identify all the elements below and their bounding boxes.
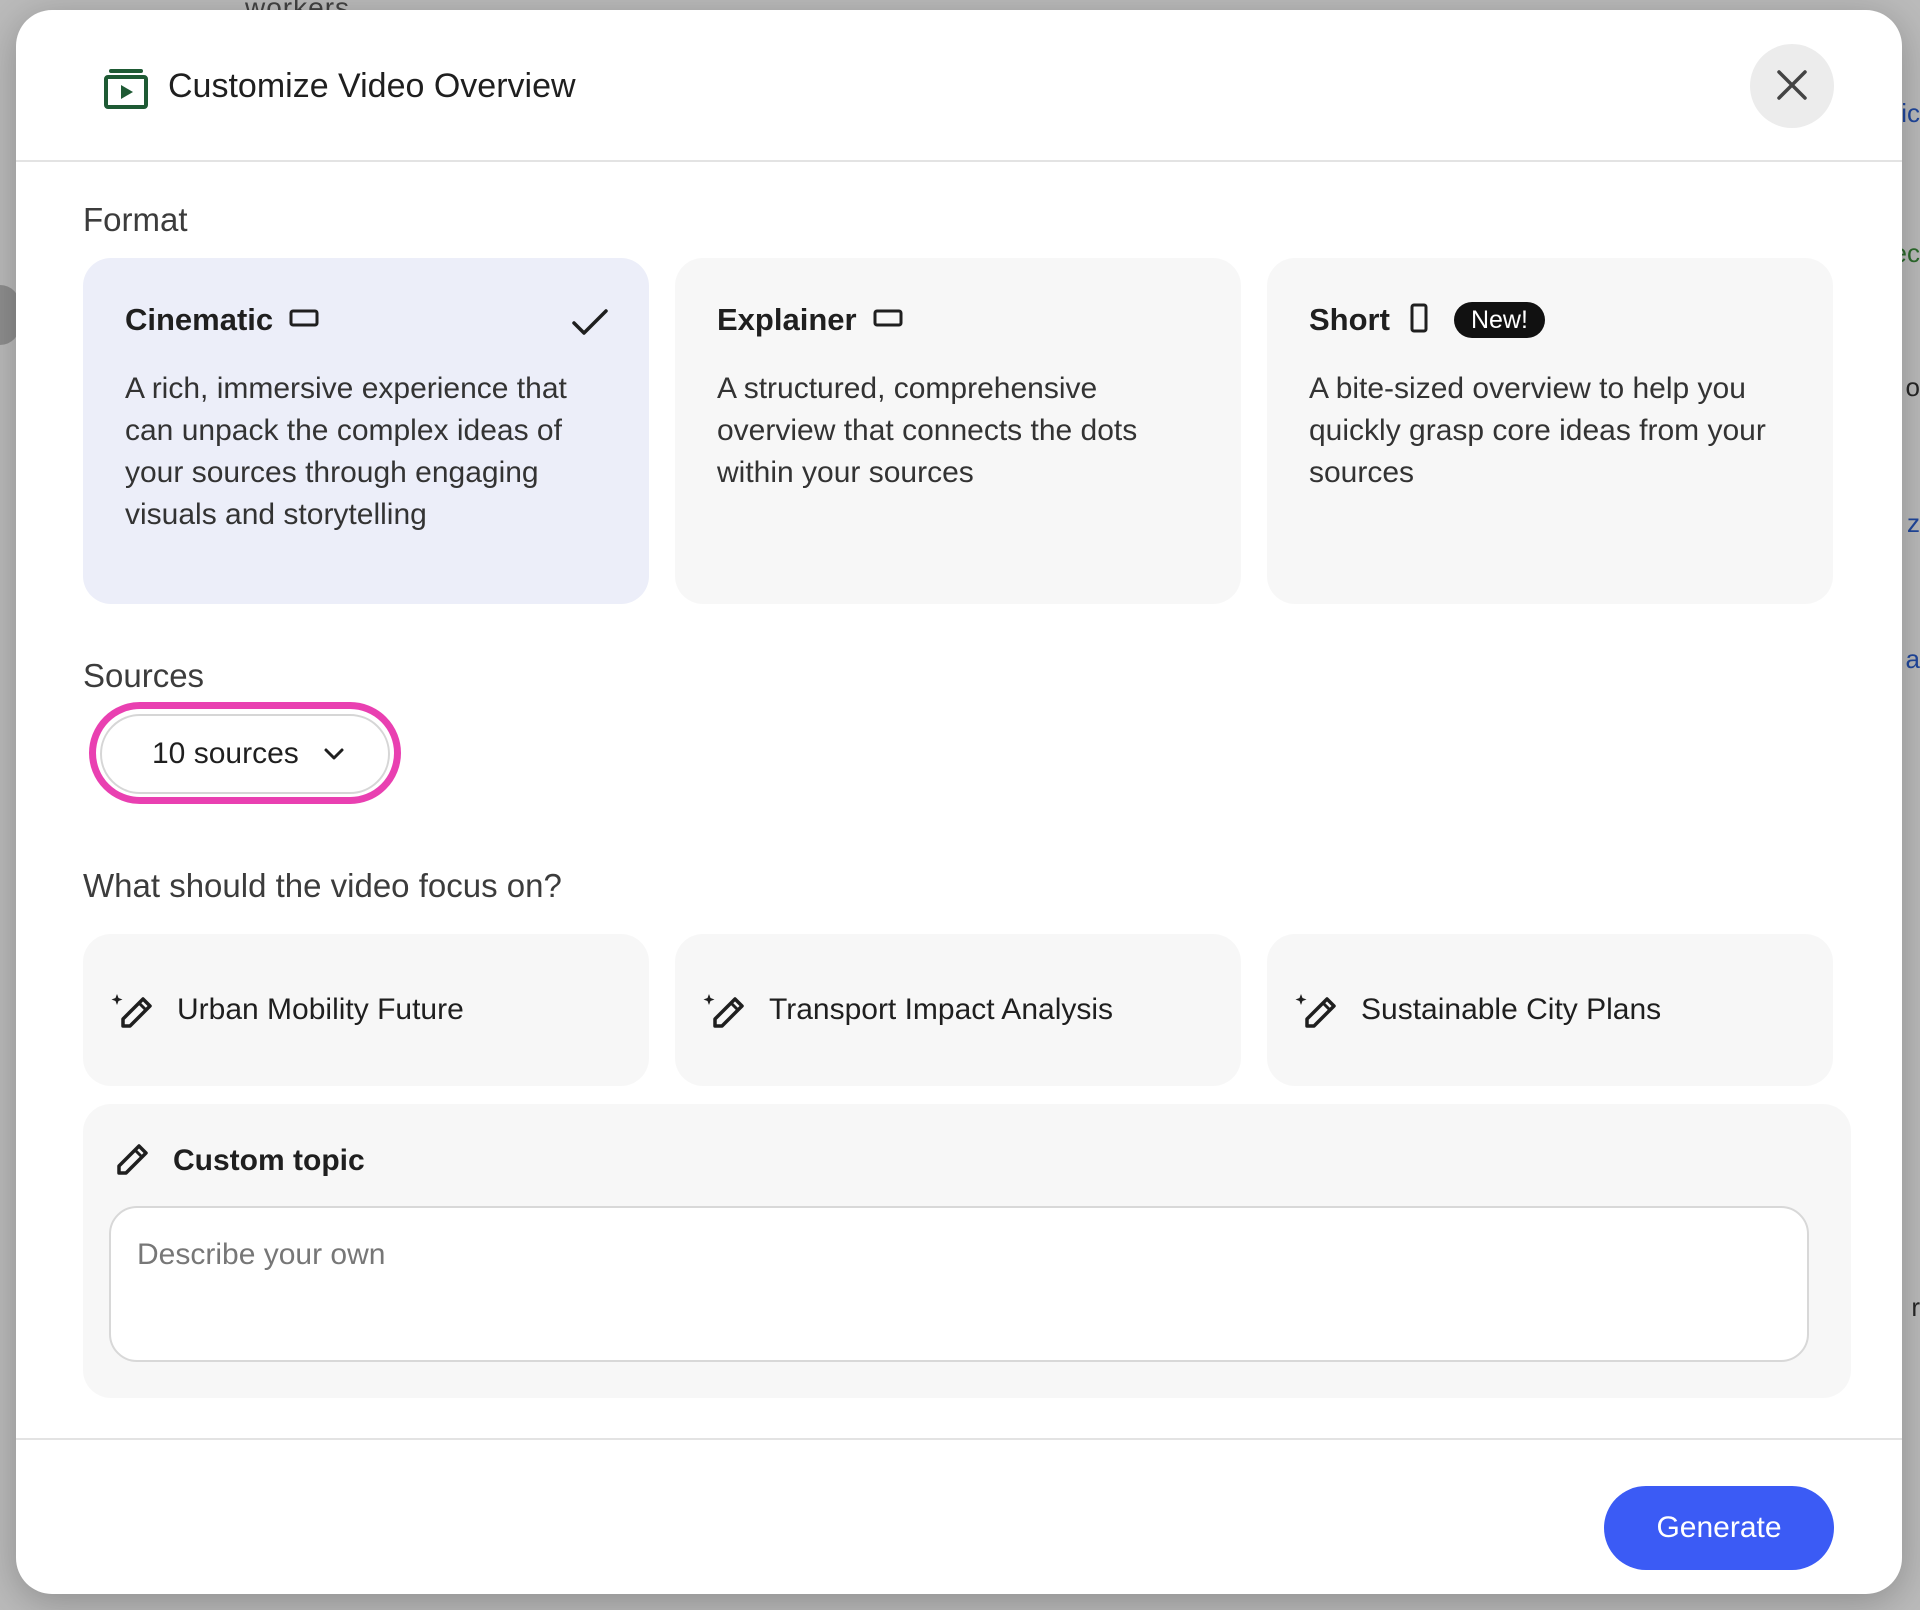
- format-description: A rich, immersive experience that can un…: [125, 372, 567, 531]
- chevron-down-icon: [323, 747, 345, 761]
- format-title: Short: [1309, 302, 1390, 337]
- landscape-aspect-icon: [289, 308, 319, 333]
- custom-topic-label: Custom topic: [173, 1143, 365, 1177]
- magic-pencil-icon: [1293, 986, 1341, 1034]
- magic-pencil-icon: [701, 986, 749, 1034]
- generate-button[interactable]: Generate: [1604, 1486, 1834, 1570]
- checkmark-icon: [571, 308, 609, 343]
- sources-label: Sources: [83, 657, 205, 694]
- format-option-cinematic[interactable]: Cinematic A rich, immersive experience t…: [83, 258, 649, 604]
- format-label: Format: [83, 201, 188, 238]
- focus-suggestion[interactable]: Urban Mobility Future: [83, 934, 649, 1086]
- dialog-title: Customize Video Overview: [168, 67, 576, 105]
- focus-suggestion[interactable]: Transport Impact Analysis: [675, 934, 1241, 1086]
- custom-topic-input[interactable]: [109, 1206, 1809, 1362]
- format-title: Explainer: [717, 302, 857, 337]
- new-badge: New!: [1453, 302, 1545, 338]
- customize-video-dialog: Customize Video Overview Format Cinemati…: [16, 10, 1902, 1594]
- custom-topic-section: Custom topic: [83, 1104, 1851, 1398]
- magic-pencil-icon: [109, 986, 157, 1034]
- focus-label: What should the video focus on?: [83, 867, 562, 904]
- close-icon: [1775, 68, 1809, 105]
- portrait-aspect-icon: [1410, 303, 1428, 338]
- pencil-icon: [113, 1138, 153, 1183]
- format-option-explainer[interactable]: Explainer A structured, comprehensive ov…: [675, 258, 1241, 604]
- format-option-short[interactable]: Short New! A bite-sized overview to help…: [1267, 258, 1833, 604]
- format-description: A bite-sized overview to help you quickl…: [1309, 372, 1766, 489]
- format-description: A structured, comprehensive overview tha…: [717, 372, 1138, 489]
- video-overview-icon: [102, 64, 150, 112]
- focus-suggestion-label: Urban Mobility Future: [177, 993, 464, 1026]
- dialog-header: Customize Video Overview: [16, 10, 1902, 162]
- close-button[interactable]: [1750, 44, 1834, 128]
- dialog-footer: Generate: [16, 1438, 1902, 1594]
- sources-dropdown[interactable]: 10 sources: [100, 714, 390, 794]
- sources-dropdown-value: 10 sources: [152, 737, 299, 770]
- focus-suggestion[interactable]: Sustainable City Plans: [1267, 934, 1833, 1086]
- landscape-aspect-icon: [873, 308, 903, 333]
- focus-suggestion-label: Transport Impact Analysis: [769, 993, 1114, 1026]
- focus-suggestion-label: Sustainable City Plans: [1361, 993, 1662, 1026]
- format-title: Cinematic: [125, 302, 274, 337]
